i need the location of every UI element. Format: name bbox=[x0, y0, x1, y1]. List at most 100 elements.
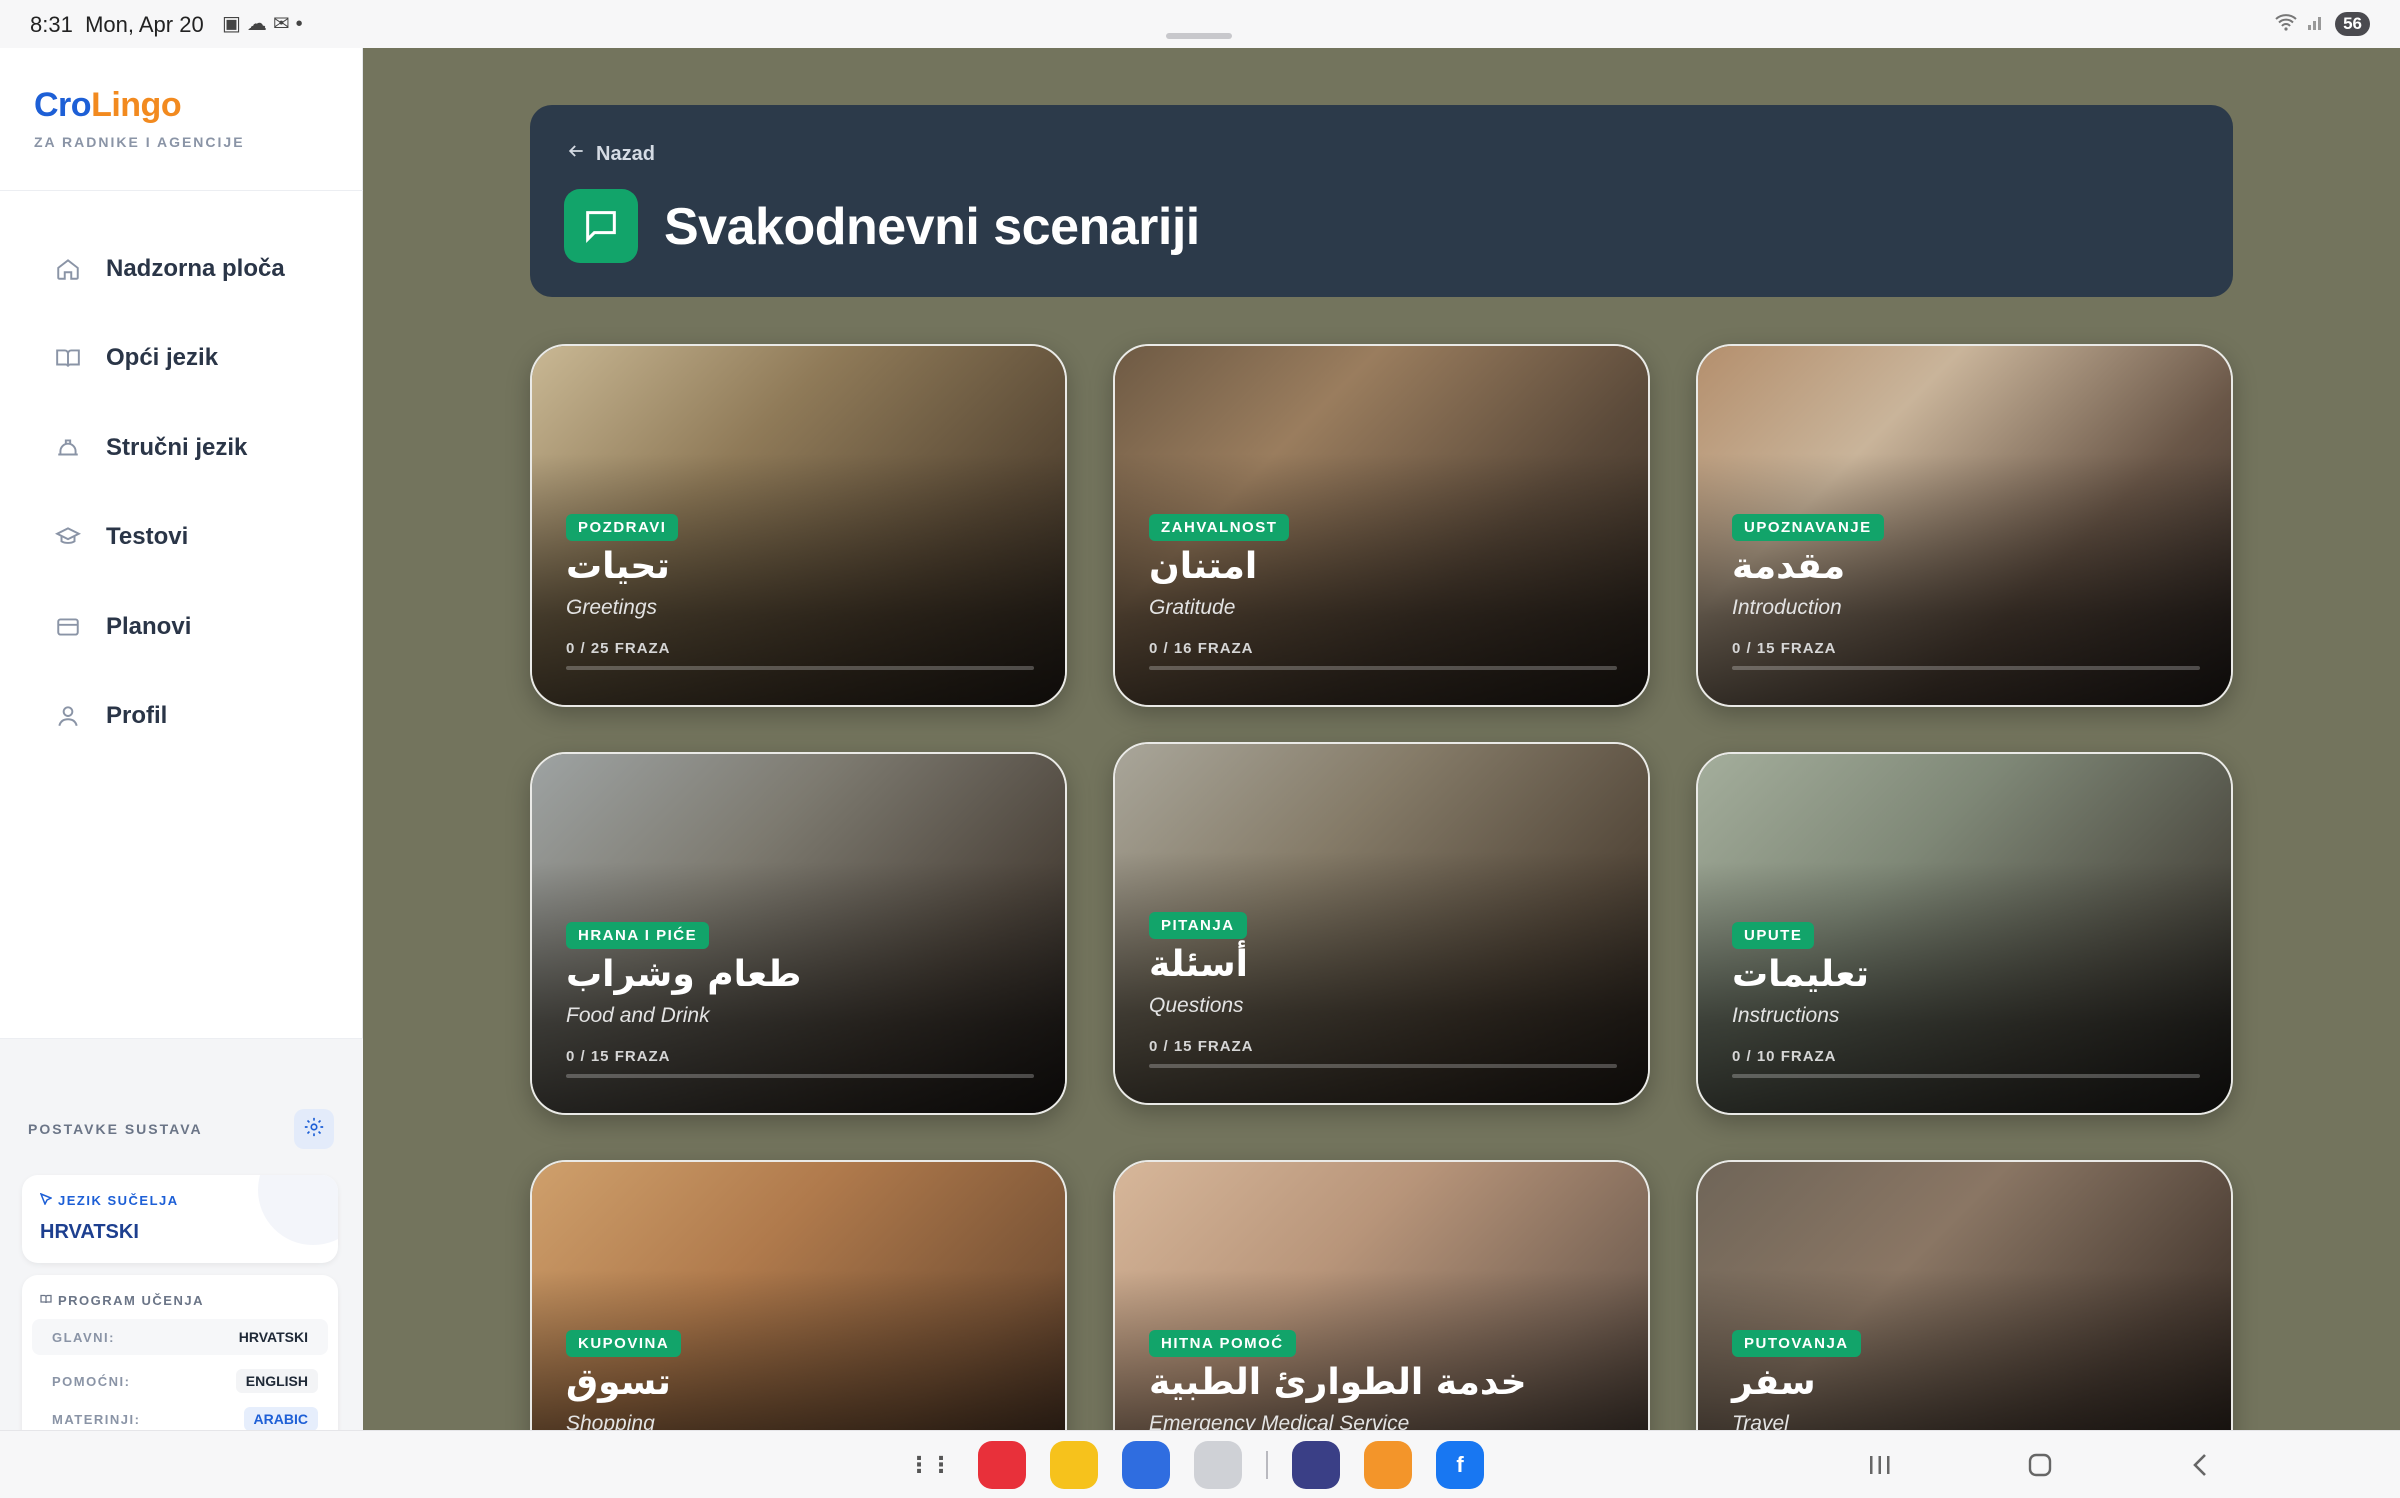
system-settings-panel: POSTAVKE SUSTAVA JEZIK SUČELJA HRVATSKI … bbox=[0, 1038, 363, 1457]
brand-subtitle: ZA RADNIKE I AGENCIJE bbox=[34, 134, 245, 150]
sidebar-divider bbox=[0, 190, 363, 191]
system-navigation-bar: ⋮⋮ f bbox=[0, 1430, 2400, 1498]
sidebar-item-dashboard[interactable]: Nadzorna ploča bbox=[0, 224, 363, 314]
scenario-title-english: Shopping bbox=[566, 1412, 655, 1430]
category-badge: HITNA POMOĆ bbox=[1149, 1330, 1296, 1357]
scenario-title-english: Travel bbox=[1732, 1412, 1789, 1430]
scenario-card[interactable]: KUPOVINA تسوق Shopping bbox=[530, 1160, 1067, 1430]
sidebar-item-label: Profil bbox=[106, 702, 168, 730]
dock-separator bbox=[1266, 1451, 1268, 1479]
recent-apps-button[interactable] bbox=[1860, 1445, 1900, 1485]
progress-bar bbox=[566, 666, 1034, 670]
sidebar-item-plans[interactable]: Planovi bbox=[0, 582, 363, 672]
status-bar: 8:31 Mon, Apr 20 ▣☁✉• 56 bbox=[0, 0, 2400, 48]
scenario-card[interactable]: ZAHVALNOST امتنان Gratitude 0 / 16 FRAZA bbox=[1113, 344, 1650, 707]
phrase-count: 0 / 10 FRAZA bbox=[1732, 1048, 1837, 1065]
home-icon bbox=[52, 253, 84, 285]
sidebar-item-profile[interactable]: Profil bbox=[0, 672, 363, 762]
category-badge: PITANJA bbox=[1149, 912, 1247, 939]
system-nav-buttons bbox=[1860, 1445, 2220, 1485]
progress-bar bbox=[1149, 1064, 1617, 1068]
scenario-card[interactable]: UPOZNAVANJE مقدمة Introduction 0 / 15 FRAZA bbox=[1696, 344, 2233, 707]
arrow-left-icon bbox=[566, 141, 586, 167]
settings-button[interactable] bbox=[294, 1109, 334, 1149]
category-badge: UPUTE bbox=[1732, 922, 1815, 949]
system-settings-title: POSTAVKE SUSTAVA bbox=[28, 1121, 203, 1137]
app-drawer-icon[interactable]: ⋮⋮ bbox=[906, 1441, 954, 1489]
multiwindow-handle[interactable] bbox=[1166, 33, 1232, 39]
status-right: 56 bbox=[2275, 12, 2370, 36]
scenario-title-arabic: أسئلة bbox=[1149, 944, 1248, 985]
sidebar-item-label: Stručni jezik bbox=[106, 433, 248, 461]
home-button[interactable] bbox=[2020, 1445, 2060, 1485]
phrase-count: 0 / 25 FRAZA bbox=[566, 640, 671, 657]
progress-bar bbox=[1732, 1074, 2200, 1078]
sidebar-item-professional-language[interactable]: Stručni jezik bbox=[0, 403, 363, 493]
page-header: Nazad Svakodnevni scenariji bbox=[530, 105, 2233, 297]
program-value-secondary: ENGLISH bbox=[235, 1369, 318, 1393]
category-badge: POZDRAVI bbox=[566, 514, 679, 541]
category-badge: PUTOVANJA bbox=[1732, 1330, 1861, 1357]
sidebar-item-general-language[interactable]: Opći jezik bbox=[0, 314, 363, 404]
scenario-title-arabic: طعام وشراب bbox=[566, 954, 802, 995]
progress-bar bbox=[1732, 666, 2200, 670]
category-badge: UPOZNAVANJE bbox=[1732, 514, 1884, 541]
scenario-card[interactable]: POZDRAVI تحيات Greetings 0 / 25 FRAZA bbox=[530, 344, 1067, 707]
scenario-card[interactable]: PITANJA أسئلة Questions 0 / 15 FRAZA bbox=[1113, 742, 1650, 1105]
camera-app-icon[interactable] bbox=[1194, 1441, 1242, 1489]
sidebar-nav: Nadzorna ploča Opći jezik Stručni jezik … bbox=[0, 224, 363, 761]
back-button[interactable]: Nazad bbox=[566, 141, 655, 167]
category-badge: KUPOVINA bbox=[566, 1330, 682, 1357]
sidebar-item-tests[interactable]: Testovi bbox=[0, 493, 363, 583]
messages-app-icon[interactable] bbox=[1122, 1441, 1170, 1489]
interface-language-title: JEZIK SUČELJA bbox=[39, 1192, 179, 1208]
hardhat-icon bbox=[52, 432, 84, 464]
status-time: 8:31 Mon, Apr 20 bbox=[30, 12, 204, 37]
scenario-title-arabic: امتنان bbox=[1149, 546, 1258, 587]
phrase-count: 0 / 16 FRAZA bbox=[1149, 640, 1254, 657]
main-content: Nazad Svakodnevni scenariji POZDRAVI تحيا… bbox=[363, 48, 2400, 1430]
graduation-cap-icon bbox=[52, 521, 84, 553]
scenario-title-english: Gratitude bbox=[1149, 596, 1236, 619]
phrase-count: 0 / 15 FRAZA bbox=[566, 1048, 671, 1065]
sidebar-item-label: Opći jezik bbox=[106, 344, 219, 372]
category-badge: HRANA I PIĆE bbox=[566, 922, 710, 949]
sidebar-item-label: Nadzorna ploča bbox=[106, 254, 285, 282]
card-decoration bbox=[258, 1175, 338, 1245]
scenario-title-arabic: خدمة الطوارئ الطبية bbox=[1149, 1362, 1527, 1403]
brand-logo[interactable]: CroLingo bbox=[34, 86, 182, 125]
facebook-app-icon[interactable]: f bbox=[1436, 1441, 1484, 1489]
app-dock: ⋮⋮ f bbox=[906, 1441, 1484, 1489]
scenario-title-english: Questions bbox=[1149, 994, 1244, 1017]
scenario-card[interactable]: HRANA I PIĆE طعام وشراب Food and Drink 0 / … bbox=[530, 752, 1067, 1115]
scenario-title-arabic: مقدمة bbox=[1732, 546, 1846, 587]
program-row-secondary: POMOĆNI: ENGLISH bbox=[32, 1363, 328, 1399]
interface-language-card[interactable]: JEZIK SUČELJA HRVATSKI bbox=[22, 1175, 338, 1263]
scenario-card[interactable]: PUTOVANJA سفر Travel bbox=[1696, 1160, 2233, 1430]
learning-program-title: PROGRAM UČENJA bbox=[40, 1293, 204, 1308]
scenario-title-english: Emergency Medical Service bbox=[1149, 1412, 1410, 1430]
files-app-icon[interactable] bbox=[1050, 1441, 1098, 1489]
game-app-icon[interactable] bbox=[1292, 1441, 1340, 1489]
back-nav-button[interactable] bbox=[2180, 1445, 2220, 1485]
gear-icon bbox=[303, 1116, 325, 1143]
scenario-title-english: Food and Drink bbox=[566, 1004, 710, 1027]
scenario-card[interactable]: HITNA POMOĆ خدمة الطوارئ الطبية Emergency … bbox=[1113, 1160, 1650, 1430]
chat-bubble-icon bbox=[564, 189, 638, 263]
program-value-main: HRVATSKI bbox=[238, 1329, 308, 1345]
notification-icons: ▣☁✉• bbox=[222, 13, 309, 35]
notes-app-icon[interactable] bbox=[978, 1441, 1026, 1489]
wifi-icon bbox=[2275, 13, 2297, 36]
interface-language-value: HRVATSKI bbox=[40, 1221, 139, 1243]
phrase-count: 0 / 15 FRAZA bbox=[1732, 640, 1837, 657]
cursor-icon bbox=[39, 1192, 53, 1208]
credit-card-icon bbox=[52, 611, 84, 643]
tips-app-icon[interactable] bbox=[1364, 1441, 1412, 1489]
scenario-card[interactable]: UPUTE تعليمات Instructions 0 / 10 FRAZA bbox=[1696, 752, 2233, 1115]
scenario-title-arabic: تحيات bbox=[566, 546, 670, 587]
progress-bar bbox=[566, 1074, 1034, 1078]
user-icon bbox=[52, 700, 84, 732]
scenario-title-arabic: تسوق bbox=[566, 1362, 671, 1403]
program-value-native: ARABIC bbox=[243, 1407, 318, 1431]
sidebar-item-label: Planovi bbox=[106, 612, 192, 640]
